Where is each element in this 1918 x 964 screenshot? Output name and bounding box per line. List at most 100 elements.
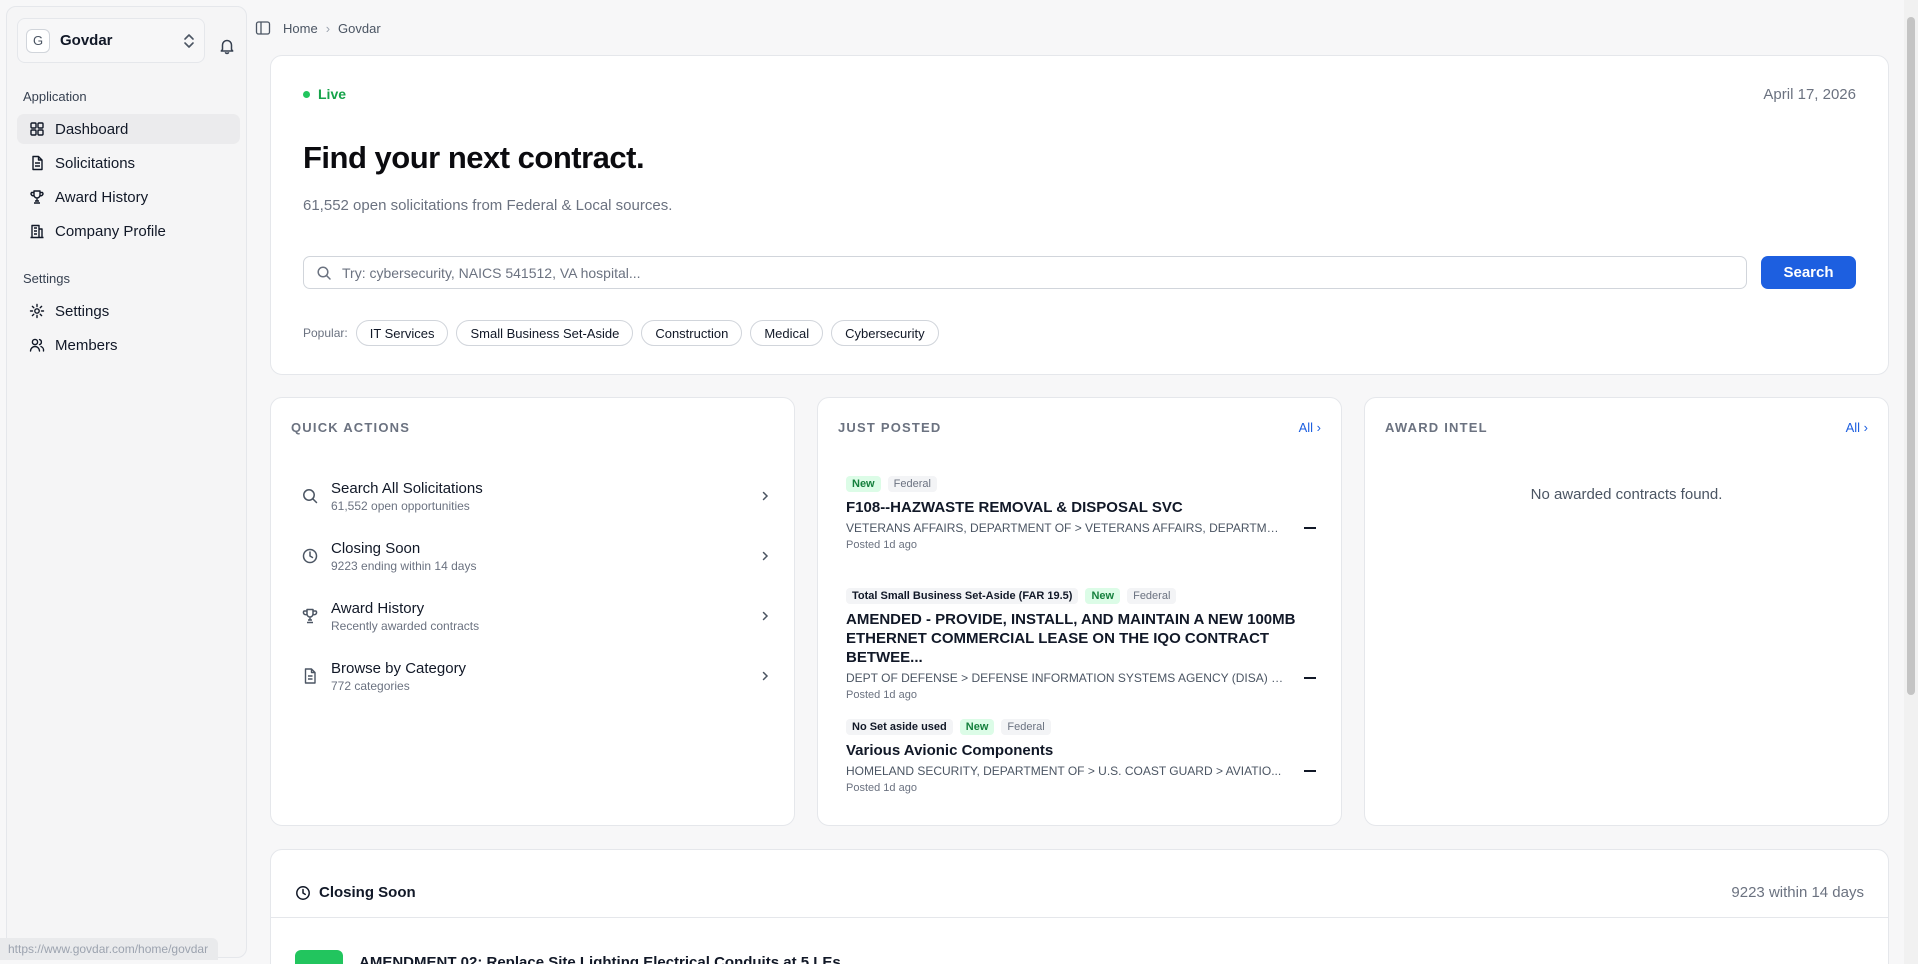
quick-action-subtitle: Recently awarded contracts	[331, 618, 480, 633]
post-title: AMENDED - PROVIDE, INSTALL, AND MAINTAIN…	[846, 611, 1296, 666]
post-agency: DEPT OF DEFENSE > DEFENSE INFORMATION SY…	[846, 671, 1286, 685]
breadcrumb-separator-icon: ›	[325, 20, 331, 36]
trophy-icon	[30, 190, 44, 204]
hero-card: Live April 17, 2026 Find your next contr…	[270, 55, 1889, 375]
quick-actions-title: QUICK ACTIONS	[291, 420, 411, 435]
quick-actions-card: QUICK ACTIONS Search All Solicitations 61…	[270, 397, 795, 826]
closing-soon-card: Closing Soon 9223 within 14 days AMENDME…	[270, 849, 1889, 964]
sidebar-item-label: Members	[55, 336, 118, 354]
page-title: Find your next contract.	[303, 140, 645, 175]
sidebar-item-label: Award History	[55, 188, 149, 206]
chevron-right-icon	[762, 551, 769, 561]
tag-source: Federal	[1127, 588, 1177, 604]
sidebar-item-dashboard[interactable]: Dashboard	[17, 114, 240, 144]
live-label: Live	[318, 86, 347, 102]
quick-action-subtitle: 772 categories	[331, 678, 410, 693]
sidebar-item-label: Settings	[55, 302, 110, 320]
chip-construction[interactable]: Construction	[641, 320, 743, 346]
empty-state: No awarded contracts found.	[1530, 486, 1723, 503]
post-title: Various Avionic Components	[846, 742, 1054, 759]
search-icon	[317, 265, 331, 280]
sidebar-item-company-profile[interactable]: Company Profile	[17, 216, 240, 246]
breadcrumb-current: Govdar	[338, 20, 381, 36]
live-indicator: Live	[303, 86, 346, 102]
tag-set-aside: No Set aside used	[846, 719, 953, 735]
chevron-up-down-icon	[184, 33, 194, 48]
sidebar-toggle-icon[interactable]	[255, 20, 271, 36]
sidebar-item-members[interactable]: Members	[17, 330, 240, 360]
sidebar-item-solicitations[interactable]: Solicitations	[17, 148, 240, 178]
minus-icon[interactable]	[1304, 527, 1316, 529]
tag-new: New	[959, 719, 995, 735]
quick-action-title: Browse by Category	[331, 659, 467, 677]
nav-section-settings: Settings	[23, 271, 70, 286]
org-avatar: G	[26, 28, 50, 53]
status-badge	[295, 950, 343, 964]
quick-action-browse-category[interactable]: Browse by Category 772 categories	[301, 654, 771, 698]
org-name: Govdar	[60, 32, 113, 49]
quick-action-title: Search All Solicitations	[331, 479, 483, 497]
tag-new: New	[1085, 588, 1121, 604]
sidebar-item-award-history[interactable]: Award History	[17, 182, 240, 212]
minus-icon[interactable]	[1304, 770, 1316, 772]
sidebar: G Govdar Application Dashboard Solicitat…	[6, 6, 247, 958]
search-button[interactable]: Search	[1761, 256, 1856, 289]
quick-action-award-history[interactable]: Award History Recently awarded contracts	[301, 594, 771, 638]
chip-medical[interactable]: Medical	[750, 320, 824, 346]
post-date: Posted 1d ago	[846, 782, 917, 794]
quick-action-search-all[interactable]: Search All Solicitations 61,552 open oppo…	[301, 474, 771, 518]
tag-new: New	[846, 476, 881, 492]
breadcrumb: Home › Govdar	[255, 16, 381, 40]
nav-section-application: Application	[23, 89, 87, 104]
chevron-right-icon	[762, 611, 769, 621]
post-agency: VETERANS AFFAIRS, DEPARTMENT OF > VETERA…	[846, 521, 1286, 535]
building-icon	[30, 224, 44, 239]
quick-action-subtitle: 61,552 open opportunities	[331, 498, 470, 513]
closing-soon-header: Closing Soon	[295, 884, 416, 901]
table-row[interactable]: AMENDMENT 02: Replace Site Lighting Elec…	[359, 954, 841, 964]
closing-soon-count: 9223 within 14 days	[1731, 884, 1864, 901]
org-switcher[interactable]: G Govdar	[17, 18, 205, 63]
current-date: April 17, 2026	[1763, 86, 1856, 103]
trophy-icon	[302, 608, 318, 624]
live-dot-icon	[303, 90, 310, 98]
users-icon	[29, 338, 45, 352]
just-posted-card: JUST POSTED All › New Federal F108--HAZW…	[817, 397, 1342, 826]
chevron-right-icon	[762, 491, 769, 501]
closing-soon-title: Closing Soon	[319, 884, 416, 901]
award-intel-all-link[interactable]: All ›	[1846, 420, 1868, 435]
minus-icon[interactable]	[1304, 677, 1316, 679]
chip-small-business-set-aside[interactable]: Small Business Set-Aside	[456, 320, 634, 346]
scrollbar-thumb[interactable]	[1907, 17, 1915, 695]
status-bar-url: https://www.govdar.com/home/govdar	[0, 938, 218, 960]
search-input[interactable]	[342, 264, 1746, 281]
clock-icon	[302, 548, 318, 564]
bell-icon[interactable]	[218, 37, 236, 55]
document-icon	[304, 668, 316, 684]
list-item[interactable]: No Set aside used New Federal Various Av…	[846, 719, 1316, 794]
post-title: F108--HAZWASTE REMOVAL & DISPOSAL SVC	[846, 499, 1183, 516]
quick-action-closing-soon[interactable]: Closing Soon 9223 ending within 14 days	[301, 534, 771, 578]
page-scrollbar[interactable]	[1904, 0, 1918, 964]
sidebar-item-settings[interactable]: Settings	[17, 296, 240, 326]
just-posted-all-link[interactable]: All ›	[1299, 420, 1321, 435]
gear-icon	[29, 303, 45, 319]
chip-cybersecurity[interactable]: Cybersecurity	[831, 320, 939, 346]
list-item[interactable]: Total Small Business Set-Aside (FAR 19.5…	[846, 588, 1316, 701]
post-agency: HOMELAND SECURITY, DEPARTMENT OF > U.S. …	[846, 764, 1282, 778]
chip-it-services[interactable]: IT Services	[355, 320, 449, 346]
just-posted-title: JUST POSTED	[838, 420, 942, 435]
popular-label: Popular:	[303, 326, 348, 340]
clock-icon	[296, 885, 310, 900]
list-item[interactable]: New Federal F108--HAZWASTE REMOVAL & DIS…	[846, 476, 1316, 551]
search-icon	[303, 489, 318, 504]
divider	[271, 917, 1888, 918]
dashboard-icon	[30, 122, 44, 136]
breadcrumb-home[interactable]: Home	[283, 21, 318, 36]
quick-action-title: Award History	[331, 599, 425, 617]
page-subtitle: 61,552 open solicitations from Federal &…	[303, 197, 673, 214]
post-date: Posted 1d ago	[846, 689, 917, 701]
award-intel-card: AWARD INTEL All › No awarded contracts f…	[1364, 397, 1889, 826]
sidebar-item-label: Company Profile	[55, 222, 166, 240]
tag-source: Federal	[1001, 719, 1051, 735]
